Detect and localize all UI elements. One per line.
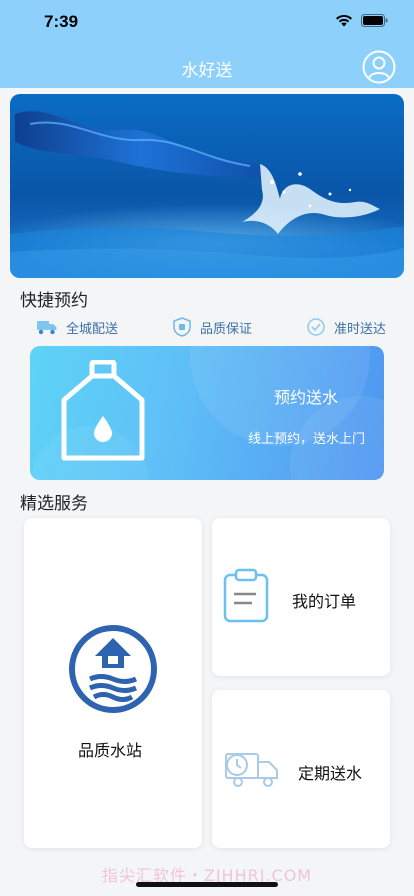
scheduled-delivery-label: 定期送水 [298, 764, 363, 783]
water-station-icon [69, 625, 157, 713]
scheduled-delivery-card[interactable]: 定期送水 [212, 690, 390, 848]
water-silk-illustration [10, 94, 404, 278]
status-icons [335, 14, 388, 27]
battery-icon [361, 14, 388, 27]
my-orders-card[interactable]: 我的订单 [212, 518, 390, 676]
quick-booking-title: 快捷预约 [20, 291, 88, 311]
book-water-title: 预约送水 [274, 388, 339, 407]
feature-label: 全城配送 [66, 321, 119, 337]
truck-icon [37, 321, 57, 335]
feature-label: 准时送达 [333, 321, 386, 337]
quality-shield-icon [173, 317, 191, 337]
app-header: 7:39 水好送 [0, 0, 414, 88]
feature-on-time-delivery: 准时送达 [306, 317, 386, 337]
on-time-icon [307, 318, 325, 336]
scheduled-delivery-icon [225, 753, 278, 787]
book-water-card[interactable]: 预约送水 线上预约，送水上门 [30, 346, 384, 480]
page-title: 水好送 [181, 61, 233, 81]
feature-label: 品质保证 [199, 321, 252, 337]
home-indicator [136, 882, 278, 887]
feature-list: 全城配送 品质保证 准时送达 [36, 316, 386, 338]
banner-image[interactable] [10, 94, 404, 278]
clipboard-icon [223, 568, 269, 623]
user-profile-icon[interactable] [362, 50, 396, 84]
feature-quality-guarantee: 品质保证 [172, 317, 252, 337]
water-bottle-icon [61, 360, 145, 461]
water-station-label: 品质水站 [78, 741, 143, 760]
book-water-subtitle: 线上预约，送水上门 [248, 432, 366, 447]
feature-citywide-delivery: 全城配送 [36, 318, 118, 337]
water-station-card[interactable]: 品质水站 [24, 518, 202, 848]
my-orders-label: 我的订单 [292, 592, 357, 611]
wifi-icon [336, 14, 352, 27]
status-time: 7:39 [44, 12, 79, 31]
featured-services-title: 精选服务 [20, 494, 88, 514]
